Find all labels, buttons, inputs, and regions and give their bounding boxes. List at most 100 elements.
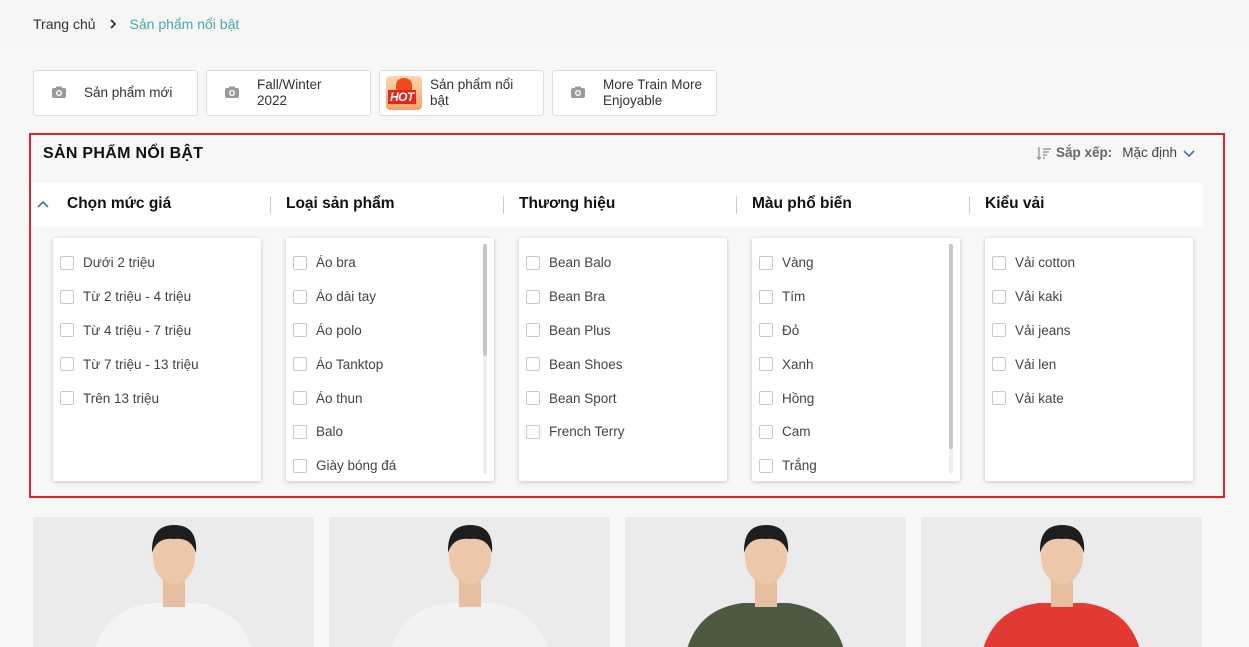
product-card[interactable]: [625, 517, 906, 647]
camera-icon: [52, 86, 66, 98]
option-label: Vải cotton: [1015, 255, 1076, 271]
checkbox[interactable]: [293, 391, 307, 406]
filter-option[interactable]: Bean Balo: [519, 246, 727, 280]
option-label: Áo bra: [316, 255, 356, 271]
option-label: Vải kate: [1015, 390, 1064, 406]
filter-price-dropdown: Dưới 2 triệu Từ 2 triệu - 4 triệu Từ 4 t…: [53, 238, 261, 481]
product-image: [33, 517, 314, 647]
filter-option[interactable]: Áo thun: [286, 381, 494, 415]
category-featured[interactable]: HOT Sản phẩm nổi bật: [379, 70, 544, 116]
filter-option[interactable]: Xanh: [752, 347, 960, 381]
checkbox[interactable]: [759, 289, 773, 304]
filter-option[interactable]: Vải kate: [985, 381, 1193, 415]
option-label: Balo: [316, 424, 344, 440]
filter-option[interactable]: Balo: [286, 415, 494, 449]
breadcrumb-home-link[interactable]: Trang chủ: [33, 16, 96, 32]
filter-option[interactable]: Đỏ: [752, 314, 960, 348]
filter-option[interactable]: Từ 7 triệu - 13 triệu: [53, 347, 261, 381]
product-card[interactable]: [921, 517, 1202, 647]
checkbox[interactable]: [60, 323, 74, 338]
category-label: Sản phẩm nổi bật: [430, 77, 514, 108]
checkbox[interactable]: [526, 289, 540, 304]
filter-option[interactable]: Tím: [752, 280, 960, 314]
checkbox[interactable]: [60, 391, 74, 406]
breadcrumb: Trang chủ Sản phẩm nổi bật: [0, 0, 1249, 48]
checkbox[interactable]: [60, 255, 74, 270]
filter-option[interactable]: Vải kaki: [985, 280, 1193, 314]
option-label: Bean Shoes: [549, 356, 623, 372]
category-fall-winter[interactable]: Fall/Winter 2022: [206, 70, 371, 116]
option-label: Đỏ: [782, 322, 800, 338]
checkbox[interactable]: [293, 357, 307, 372]
checkbox[interactable]: [293, 255, 307, 270]
filter-option[interactable]: Vải cotton: [985, 246, 1193, 280]
checkbox[interactable]: [293, 424, 307, 439]
option-label: Áo polo: [316, 322, 362, 338]
scrollbar[interactable]: [949, 244, 953, 474]
filter-option[interactable]: Áo bra: [286, 246, 494, 280]
chevron-up-icon[interactable]: [35, 197, 51, 213]
product-grid: [33, 517, 1202, 647]
checkbox[interactable]: [992, 323, 1006, 338]
filter-option[interactable]: Bean Bra: [519, 280, 727, 314]
sort-label: Sắp xếp:: [1055, 145, 1113, 160]
option-label: French Terry: [549, 424, 625, 440]
filter-option[interactable]: Áo polo: [286, 314, 494, 348]
sort-dropdown[interactable]: Sắp xếp: Mặc định: [1036, 145, 1195, 160]
checkbox[interactable]: [526, 424, 540, 439]
option-label: Tím: [782, 289, 806, 305]
filter-fabric-heading[interactable]: Kiểu vải: [985, 195, 1044, 213]
category-new-products[interactable]: Sản phẩm mới: [33, 70, 198, 116]
checkbox[interactable]: [60, 357, 74, 372]
checkbox[interactable]: [293, 289, 307, 304]
filter-option[interactable]: Hồng: [752, 381, 960, 415]
filter-option[interactable]: Từ 2 triệu - 4 triệu: [53, 280, 261, 314]
checkbox[interactable]: [759, 323, 773, 338]
filter-option[interactable]: Áo dài tay: [286, 280, 494, 314]
filter-type-dropdown: Áo bra Áo dài tay Áo polo Áo Tanktop Áo …: [286, 238, 494, 481]
checkbox[interactable]: [293, 458, 307, 473]
checkbox[interactable]: [60, 289, 74, 304]
category-more-train[interactable]: More Train More Enjoyable: [552, 70, 717, 116]
filter-color-dropdown: Vàng Tím Đỏ Xanh Hồng Cam Trắng: [752, 238, 960, 481]
filter-option[interactable]: Giày bóng đá: [286, 449, 494, 481]
checkbox[interactable]: [526, 357, 540, 372]
filter-option[interactable]: Bean Sport: [519, 381, 727, 415]
scrollbar[interactable]: [483, 244, 487, 474]
filter-option[interactable]: French Terry: [519, 415, 727, 449]
option-label: Trắng: [782, 458, 817, 474]
filter-price-heading[interactable]: Chọn mức giá: [67, 195, 171, 213]
option-label: Cam: [782, 424, 811, 440]
checkbox[interactable]: [992, 289, 1006, 304]
checkbox[interactable]: [992, 357, 1006, 372]
filter-option[interactable]: Bean Shoes: [519, 347, 727, 381]
hot-badge-text: HOT: [388, 90, 416, 104]
filter-brand-heading[interactable]: Thương hiệu: [519, 195, 615, 213]
filter-type-heading[interactable]: Loại sản phẩm: [286, 195, 395, 213]
filter-option[interactable]: Vàng: [752, 246, 960, 280]
checkbox[interactable]: [992, 255, 1006, 270]
checkbox[interactable]: [759, 424, 773, 439]
filter-color-heading[interactable]: Màu phổ biến: [752, 195, 852, 213]
filter-option[interactable]: Vải jeans: [985, 314, 1193, 348]
product-card[interactable]: [329, 517, 610, 647]
checkbox[interactable]: [759, 255, 773, 270]
filter-option[interactable]: Áo Tanktop: [286, 347, 494, 381]
checkbox[interactable]: [759, 391, 773, 406]
filter-brand-dropdown: Bean Balo Bean Bra Bean Plus Bean Shoes …: [519, 238, 727, 481]
checkbox[interactable]: [526, 323, 540, 338]
filter-option[interactable]: Từ 4 triệu - 7 triệu: [53, 314, 261, 348]
checkbox[interactable]: [759, 458, 773, 473]
filter-option[interactable]: Trên 13 triệu: [53, 381, 261, 415]
filter-option[interactable]: Dưới 2 triệu: [53, 246, 261, 280]
filter-option[interactable]: Cam: [752, 415, 960, 449]
checkbox[interactable]: [992, 391, 1006, 406]
filter-option[interactable]: Vải len: [985, 347, 1193, 381]
checkbox[interactable]: [526, 391, 540, 406]
checkbox[interactable]: [526, 255, 540, 270]
filter-option[interactable]: Bean Plus: [519, 314, 727, 348]
checkbox[interactable]: [759, 357, 773, 372]
product-card[interactable]: [33, 517, 314, 647]
filter-option[interactable]: Trắng: [752, 449, 960, 481]
checkbox[interactable]: [293, 323, 307, 338]
